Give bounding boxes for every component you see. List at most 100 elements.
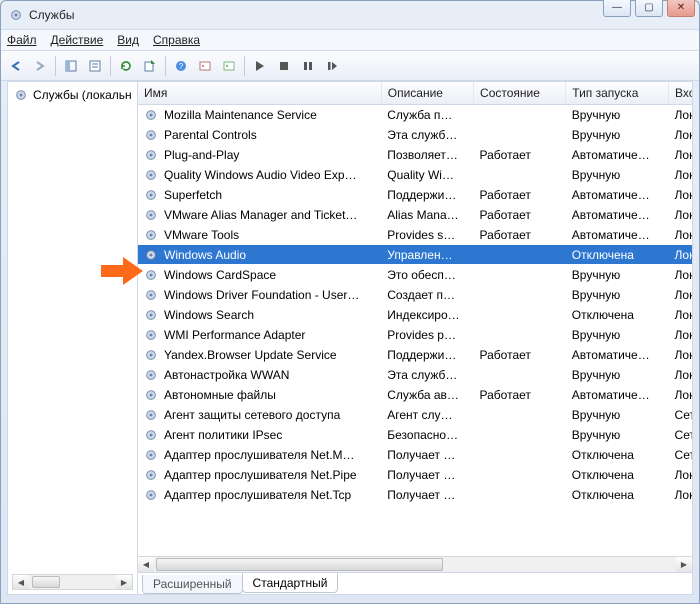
toolbar: ? (1, 51, 699, 81)
scroll-left-icon[interactable]: ◀ (138, 557, 154, 572)
tree-root-services[interactable]: Службы (локальн (10, 86, 135, 104)
cell-name: Mozilla Maintenance Service (138, 105, 381, 125)
cell-desc: Безопасно… (381, 425, 473, 445)
table-row[interactable]: Quality Windows Audio Video Exp…Quality … (138, 165, 692, 185)
cell-logon: Лока (669, 305, 692, 325)
cell-name: Plug-and-Play (138, 145, 381, 165)
close-button[interactable]: ✕ (667, 0, 695, 17)
table-row[interactable]: Агент политики IPsecБезопасно…ВручнуюСет… (138, 425, 692, 445)
table-row[interactable]: VMware Alias Manager and Ticket…Alias Ma… (138, 205, 692, 225)
scroll-right-icon[interactable]: ▶ (116, 575, 132, 589)
services-gear-icon (14, 88, 28, 102)
col-startup[interactable]: Тип запуска (566, 82, 669, 105)
service-name-label: Windows Driver Foundation - User… (164, 288, 359, 302)
table-row[interactable]: Адаптер прослушивателя Net.TcpПолучает …… (138, 485, 692, 505)
tree-horizontal-scrollbar[interactable]: ◀ ▶ (12, 574, 133, 590)
refresh-icon[interactable] (115, 55, 137, 77)
scroll-track[interactable] (154, 557, 676, 572)
tab-standard[interactable]: Стандартный (242, 573, 339, 593)
cell-desc: Поддержи… (381, 345, 473, 365)
col-state[interactable]: Состояние (474, 82, 566, 105)
service-name-label: Plug-and-Play (164, 148, 239, 162)
service-name-label: Адаптер прослушивателя Net.Pipe (164, 468, 357, 482)
table-row[interactable]: Windows Driver Foundation - User…Создает… (138, 285, 692, 305)
cell-name: Windows Driver Foundation - User… (138, 285, 381, 305)
restart-icon[interactable] (321, 55, 343, 77)
export-icon[interactable] (139, 55, 161, 77)
toolbar-sep (55, 56, 56, 76)
cell-state (474, 305, 566, 325)
cell-logon: Лока (669, 365, 692, 385)
cell-name: Автонастройка WWAN (138, 365, 381, 385)
menu-action[interactable]: Действие (51, 33, 104, 47)
table-row[interactable]: SuperfetchПоддержи…РаботаетАвтоматиче…Ло… (138, 185, 692, 205)
cell-state (474, 425, 566, 445)
list-pane: Имя Описание Состояние Тип запуска Вхо M… (138, 82, 692, 594)
table-row[interactable]: WMI Performance AdapterProvides p…Вручну… (138, 325, 692, 345)
cell-state: Работает (474, 225, 566, 245)
cell-state (474, 405, 566, 425)
table-row[interactable]: Агент защиты сетевого доступаАгент слу…В… (138, 405, 692, 425)
back-arrow-icon[interactable] (5, 55, 27, 77)
table-row[interactable]: Автономные файлыСлужба ав…РаботаетАвтома… (138, 385, 692, 405)
menu-help[interactable]: Справка (153, 33, 200, 47)
cell-startup: Вручную (566, 125, 669, 145)
menu-file[interactable]: Файл (7, 33, 37, 47)
cell-logon: Лока (669, 165, 692, 185)
cell-logon: Лока (669, 345, 692, 365)
table-row[interactable]: Windows AudioУправлен…ОтключенаЛока (138, 245, 692, 265)
hide-pane-icon[interactable] (60, 55, 82, 77)
table-row[interactable]: Mozilla Maintenance ServiceСлужба п…Вруч… (138, 105, 692, 125)
forward-arrow-icon[interactable] (29, 55, 51, 77)
maximize-button[interactable]: ▢ (635, 0, 663, 17)
scroll-track[interactable] (29, 575, 116, 589)
table-row[interactable]: Parental ControlsЭта служб…ВручнуюЛока (138, 125, 692, 145)
stop-icon[interactable] (273, 55, 295, 77)
cell-state: Работает (474, 385, 566, 405)
tab-extended[interactable]: Расширенный (142, 575, 243, 594)
cell-state (474, 125, 566, 145)
header-row: Имя Описание Состояние Тип запуска Вхо (138, 82, 692, 105)
start-icon[interactable] (249, 55, 271, 77)
i1-icon[interactable] (194, 55, 216, 77)
table-row[interactable]: Адаптер прослушивателя Net.PipeПолучает … (138, 465, 692, 485)
cell-startup: Отключена (566, 485, 669, 505)
service-name-label: Автонастройка WWAN (164, 368, 289, 382)
pause-icon[interactable] (297, 55, 319, 77)
cell-logon: Лока (669, 465, 692, 485)
cell-state (474, 445, 566, 465)
table-row[interactable]: Windows SearchИндексиро…ОтключенаЛока (138, 305, 692, 325)
table-row[interactable]: Plug-and-PlayПозволяет…РаботаетАвтоматич… (138, 145, 692, 165)
col-logon[interactable]: Вхо (669, 82, 692, 105)
properties-icon[interactable] (84, 55, 106, 77)
cell-logon: Лока (669, 225, 692, 245)
table-row[interactable]: Yandex.Browser Update ServiceПоддержи…Ра… (138, 345, 692, 365)
scroll-left-icon[interactable]: ◀ (13, 575, 29, 589)
minimize-button[interactable]: — (603, 0, 631, 17)
scroll-thumb[interactable] (156, 558, 443, 571)
scroll-right-icon[interactable]: ▶ (676, 557, 692, 572)
body-splitter: Службы (локальн ◀ ▶ Имя Описание (7, 81, 693, 595)
cell-name: Yandex.Browser Update Service (138, 345, 381, 365)
service-name-label: VMware Alias Manager and Ticket… (164, 208, 357, 222)
col-desc[interactable]: Описание (381, 82, 473, 105)
table-row[interactable]: Windows CardSpaceЭто обесп…ВручнуюЛока (138, 265, 692, 285)
service-gear-icon (144, 128, 158, 142)
col-name[interactable]: Имя (138, 82, 381, 105)
i2-icon[interactable] (218, 55, 240, 77)
help-icon[interactable]: ? (170, 55, 192, 77)
list-horizontal-scrollbar[interactable]: ◀ ▶ (138, 556, 692, 572)
menu-view[interactable]: Вид (117, 33, 139, 47)
service-name-label: Адаптер прослушивателя Net.M… (164, 448, 355, 462)
cell-state (474, 325, 566, 345)
tree-root-label: Службы (локальн (33, 88, 132, 102)
table-row[interactable]: VMware ToolsProvides s…РаботаетАвтоматич… (138, 225, 692, 245)
cell-name: WMI Performance Adapter (138, 325, 381, 345)
service-gear-icon (144, 308, 158, 322)
scroll-thumb[interactable] (32, 576, 60, 588)
service-name-label: Mozilla Maintenance Service (164, 108, 317, 122)
table-row[interactable]: Автонастройка WWANЭта служб…ВручнуюЛока (138, 365, 692, 385)
cell-desc: Агент слу… (381, 405, 473, 425)
table-row[interactable]: Адаптер прослушивателя Net.M…Получает …О… (138, 445, 692, 465)
cell-startup: Отключена (566, 465, 669, 485)
